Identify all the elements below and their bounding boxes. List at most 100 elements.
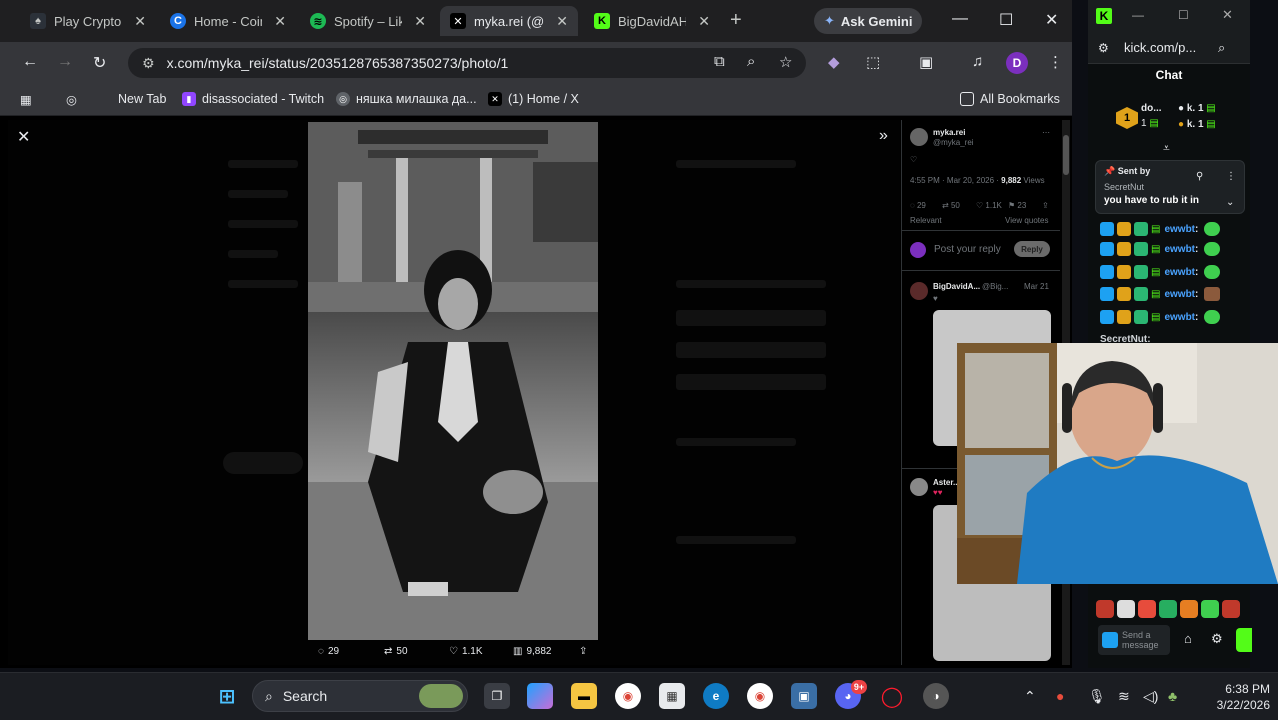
leader-entry[interactable]: 1 ▤ <box>1141 118 1159 129</box>
recording-icon[interactable]: ● <box>1056 688 1064 704</box>
clock[interactable]: 6:38 PM 3/22/2026 <box>1200 681 1270 713</box>
emote-icon[interactable] <box>1201 600 1219 618</box>
close-icon[interactable]: ✕ <box>698 13 710 30</box>
chevron-up-icon[interactable]: ⌃ <box>1024 688 1036 705</box>
store-icon[interactable]: ⌂ <box>1184 631 1192 646</box>
reply-button[interactable]: Reply <box>1014 241 1050 257</box>
reply-avatar[interactable] <box>910 282 928 300</box>
tab-2[interactable]: ≋ Spotify – Liked Songs ✕ <box>300 6 436 36</box>
chat-message[interactable]: ▤ ewwbt: <box>1100 285 1221 303</box>
close-viewer-button[interactable]: ✕ <box>17 127 30 147</box>
views-action[interactable]: ▥ 9,882 <box>513 646 551 657</box>
app-tray-icon[interactable]: ♣ <box>1168 688 1177 704</box>
reply-avatar[interactable] <box>910 478 928 496</box>
kick-url-bar[interactable]: ⚙ kick.com/p... ⌕ <box>1088 34 1250 64</box>
tab-1[interactable]: C Home - CoinGecko ✕ <box>160 6 296 36</box>
maximize-button[interactable]: ☐ <box>1178 8 1189 22</box>
chat-username[interactable]: ewwbt <box>1164 289 1195 300</box>
chat-message[interactable]: ▤ ewwbt: <box>1100 240 1221 258</box>
edge-icon[interactable]: e <box>703 683 729 709</box>
new-tab-button[interactable]: + <box>730 9 742 32</box>
bookmark-nyashka[interactable]: ◎ няшка милашка да... <box>336 92 477 106</box>
menu-icon[interactable]: ⋮ <box>1048 53 1063 71</box>
address-bar[interactable]: ⚙ x.com/myka_rei/status/2035128765387350… <box>128 48 806 78</box>
globe-icon[interactable]: ◎ <box>66 92 77 107</box>
tab-0[interactable]: ♠ Play Crypto Casino ✕ <box>20 6 156 36</box>
chrome-profile-icon[interactable]: ◉ <box>747 683 773 709</box>
reply-action[interactable]: ◌ 29 <box>318 646 339 657</box>
microphone-icon[interactable]: 🎙 <box>1088 688 1106 705</box>
leader-entry[interactable]: ● k. 1 ▤ <box>1178 103 1216 114</box>
tab-3[interactable]: ✕ myka.rei (@myka_rei) ✕ <box>440 6 578 36</box>
emote-icon[interactable] <box>1096 600 1114 618</box>
app-icon[interactable]: ◑ <box>923 683 949 709</box>
sidebar-like[interactable]: ♡ 1.1K <box>976 201 1002 210</box>
sidebar-bookmark[interactable]: ⚑ 23 <box>1008 201 1026 210</box>
zoom-icon[interactable]: ⌕ <box>747 53 755 70</box>
close-window-button[interactable]: ✕ <box>1222 7 1233 23</box>
store-icon[interactable]: ▦ <box>659 683 685 709</box>
close-icon[interactable]: ✕ <box>134 13 146 30</box>
copilot-icon[interactable] <box>527 683 553 709</box>
more-icon[interactable]: ⋯ <box>1042 128 1050 137</box>
file-explorer-icon[interactable]: ▬ <box>571 683 597 709</box>
maximize-button[interactable]: ☐ <box>999 10 1013 30</box>
close-icon[interactable]: ✕ <box>274 13 286 30</box>
taskbar-search[interactable]: ⌕ Search <box>252 680 468 712</box>
scrollbar-thumb[interactable] <box>1063 135 1069 175</box>
zoom-icon[interactable]: ⌕ <box>1218 40 1225 56</box>
volume-icon[interactable]: ◁) <box>1143 688 1158 705</box>
close-icon[interactable]: ✕ <box>414 13 426 30</box>
puzzle-icon[interactable]: ⬚ <box>866 53 880 71</box>
media-control-icon[interactable]: ♫ <box>972 53 983 70</box>
chat-message[interactable]: ▤ ewwbt: <box>1100 220 1221 238</box>
more-icon[interactable]: ⋮ <box>1226 171 1236 182</box>
share-icon[interactable]: ⇪ <box>1042 201 1049 210</box>
close-icon[interactable]: ✕ <box>556 13 568 30</box>
chat-message[interactable]: ▤ ewwbt: <box>1100 308 1221 326</box>
repost-action[interactable]: ⇄ 50 <box>384 646 408 657</box>
author-avatar[interactable] <box>910 128 928 146</box>
minimize-button[interactable]: — <box>952 10 968 28</box>
windows-start-icon[interactable]: ⊞ <box>214 683 240 709</box>
tab-search-icon[interactable]: ▣ <box>919 53 933 71</box>
chat-username[interactable]: ewwbt <box>1164 267 1195 278</box>
toggle-sidebar-button[interactable]: » <box>879 127 888 145</box>
emote-icon[interactable] <box>1180 600 1198 618</box>
apps-icon[interactable]: ▦ <box>20 92 32 107</box>
reload-button[interactable]: ↻ <box>93 53 106 73</box>
reply-input[interactable]: Post your reply <box>934 244 1001 255</box>
forward-button[interactable]: → <box>57 53 73 71</box>
tab-4[interactable]: K BigDavidAHH ✕ <box>584 6 720 36</box>
site-info-icon[interactable]: ⚙ <box>142 55 155 72</box>
pinned-message[interactable]: 📌 Sent by SecretNut you have to rub it i… <box>1095 160 1245 214</box>
chat-username[interactable]: ewwbt <box>1164 224 1195 235</box>
close-window-button[interactable]: ✕ <box>1045 10 1058 30</box>
all-bookmarks-button[interactable]: All Bookmarks <box>960 92 1060 106</box>
bookmark-twitch[interactable]: ▮ disassociated - Twitch <box>182 92 324 106</box>
pin-icon[interactable]: ⚲ <box>1196 171 1203 182</box>
sort-relevant[interactable]: Relevant <box>910 216 942 225</box>
sidebar-repost[interactable]: ⇄ 50 <box>942 201 960 210</box>
wifi-icon[interactable]: ≋ <box>1118 688 1130 705</box>
back-button[interactable]: ← <box>22 53 38 71</box>
chat-message[interactable]: ▤ ewwbt: <box>1100 263 1221 281</box>
site-info-icon[interactable]: ⚙ <box>1098 41 1109 55</box>
share-action[interactable]: ⇪ <box>579 646 587 657</box>
emote-icon[interactable] <box>1117 600 1135 618</box>
chevron-down-icon[interactable]: ⩡ <box>1163 141 1170 156</box>
chevron-down-icon[interactable]: ⌄ <box>1226 197 1234 208</box>
like-action[interactable]: ♡ 1.1K <box>449 646 483 657</box>
emote-icon[interactable] <box>1222 600 1240 618</box>
chat-username[interactable]: ewwbt <box>1164 244 1195 255</box>
reply-author[interactable]: BigDavidA... <box>933 282 980 291</box>
chrome-icon[interactable]: ◉ <box>615 683 641 709</box>
ask-gemini-button[interactable]: ✦ Ask Gemini <box>814 8 923 34</box>
leader-entry[interactable]: ● k. 1 ▤ <box>1178 119 1216 130</box>
bookmark-x-home[interactable]: ✕ (1) Home / X <box>488 92 579 106</box>
extension-icon[interactable]: ◆ <box>828 53 840 71</box>
author-name[interactable]: myka.rei <box>933 128 965 137</box>
author-handle[interactable]: @myka_rei <box>933 138 974 147</box>
bookmark-new-tab[interactable]: New Tab <box>118 92 166 106</box>
reply-author[interactable]: Aster... <box>933 478 960 487</box>
